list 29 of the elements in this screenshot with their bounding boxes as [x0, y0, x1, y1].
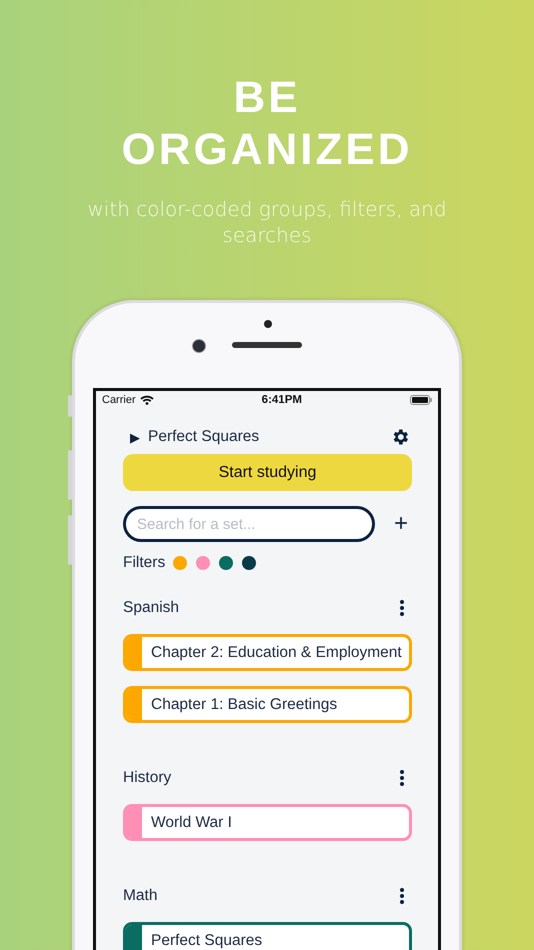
set-card[interactable]: Chapter 1: Basic Greetings — [123, 686, 412, 723]
subtitle: with color-coded groups, filters, and searches — [86, 196, 448, 248]
filter-dot[interactable] — [173, 556, 188, 570]
filter-dot[interactable] — [196, 556, 210, 570]
carrier-label: Carrier — [102, 394, 136, 406]
current-set-title: Perfect Squares — [148, 428, 260, 446]
set-card[interactable]: World War I — [123, 804, 412, 841]
wifi-icon — [140, 395, 154, 405]
sensor-icon — [264, 320, 272, 328]
set-card[interactable]: Perfect Squares — [123, 922, 412, 950]
group-title: History — [123, 769, 172, 787]
more-icon[interactable] — [400, 770, 404, 786]
group-title: Spanish — [123, 599, 180, 617]
speaker-icon — [232, 342, 302, 348]
filter-dot[interactable] — [242, 556, 256, 570]
play-icon[interactable]: ▶ — [130, 430, 140, 444]
battery-icon — [410, 395, 432, 405]
add-button[interactable]: + — [394, 512, 408, 536]
group-title: Math — [123, 887, 158, 905]
headline: BE ORGANIZED — [120, 72, 414, 176]
more-icon[interactable] — [400, 600, 404, 616]
camera-icon — [192, 339, 206, 353]
filters-label: Filters — [123, 554, 166, 572]
more-icon[interactable] — [400, 888, 404, 904]
search-field[interactable]: Search for a set... — [123, 506, 375, 542]
clock-time: 6:41PM — [262, 394, 302, 406]
set-card[interactable]: Chapter 2: Education & Employment — [123, 634, 412, 671]
filter-dot[interactable] — [219, 556, 234, 570]
start-studying-button[interactable]: Start studying — [123, 454, 412, 491]
